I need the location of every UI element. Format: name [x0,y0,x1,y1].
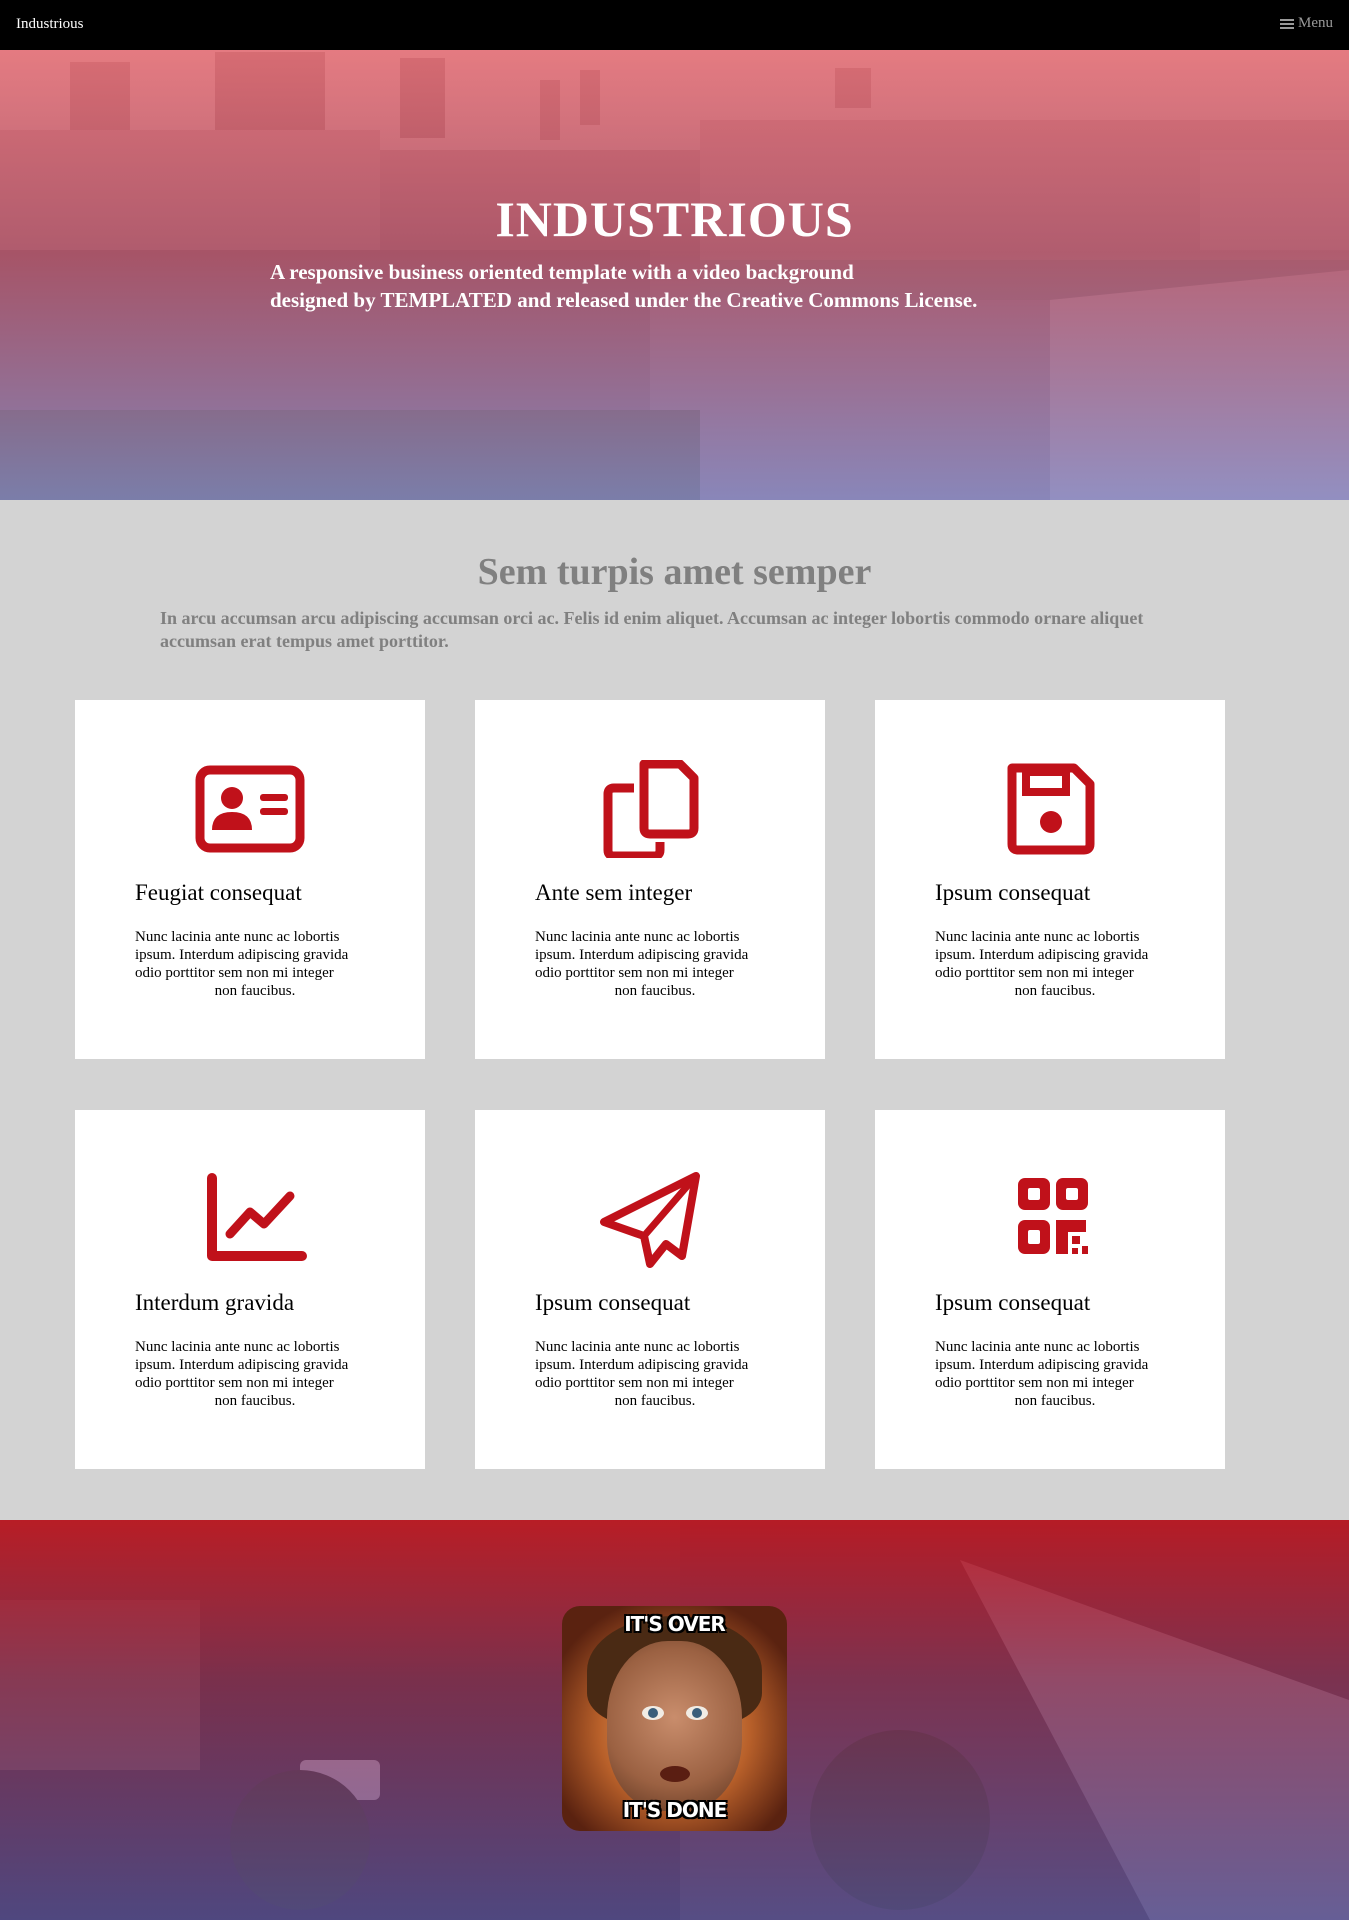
section-title: Sem turpis amet semper [477,551,872,593]
feature-card: Ipsum consequat Nunc lacinia ante nunc a… [875,700,1225,1059]
section-description: In arcu accumsan arcu adipiscing accumsa… [160,608,1144,651]
id-card-icon [195,765,305,853]
bottom-banner: IT'S OVER IT'S DONE [0,1520,1349,1920]
line-chart-icon [207,1173,307,1261]
card-title: Interdum gravida [135,1290,295,1315]
save-icon [1007,763,1095,855]
meme-eye [686,1706,708,1720]
feature-card: Interdum gravida Nunc lacinia ante nunc … [75,1110,425,1469]
top-nav-bar: Industrious Menu [0,0,1349,50]
hero-banner: INDUSTRIOUS A responsive business orient… [0,50,1349,500]
meme-eye [642,1706,664,1720]
card-title: Ipsum consequat [935,1290,1091,1315]
card-text: Nunc lacinia ante nunc ac lobortis ipsum… [935,929,1149,999]
hero-subtitle-line-2: designed by TEMPLATED and released under… [270,288,978,312]
meme-bottom-caption: IT'S DONE [622,1798,728,1822]
feature-card: Ipsum consequat Nunc lacinia ante nunc a… [475,1110,825,1469]
card-text: Nunc lacinia ante nunc ac lobortis ipsum… [535,1339,749,1409]
hero-title: INDUSTRIOUS [495,191,854,247]
card-title: Ipsum consequat [535,1290,691,1315]
card-title: Ipsum consequat [935,880,1091,905]
menu-label: Menu [1298,15,1333,31]
card-text: Nunc lacinia ante nunc ac lobortis ipsum… [935,1339,1149,1409]
meme-image: IT'S OVER IT'S DONE [562,1606,787,1831]
feature-card: Ante sem integer Nunc lacinia ante nunc … [475,700,825,1059]
menu-button[interactable]: Menu [1280,15,1333,32]
feature-card: Feugiat consequat Nunc lacinia ante nunc… [75,700,425,1059]
brand-link[interactable]: Industrious [16,16,84,33]
copy-icon [603,760,699,858]
meme-top-caption: IT'S OVER [624,1612,726,1636]
feature-card: Ipsum consequat Nunc lacinia ante nunc a… [875,1110,1225,1469]
meme-mouth [660,1766,690,1782]
card-text: Nunc lacinia ante nunc ac lobortis ipsum… [135,929,349,999]
paper-plane-icon [600,1172,700,1268]
hamburger-icon [1280,18,1294,30]
card-text: Nunc lacinia ante nunc ac lobortis ipsum… [135,1339,349,1409]
card-title: Ante sem integer [535,880,693,905]
hero-subtitle: A responsive business oriented template … [270,258,1110,314]
meme-face [607,1641,742,1811]
card-text: Nunc lacinia ante nunc ac lobortis ipsum… [535,929,749,999]
card-title: Feugiat consequat [135,880,302,905]
qr-code-icon [1018,1178,1088,1254]
hero-subtitle-line-1: A responsive business oriented template … [270,260,854,284]
